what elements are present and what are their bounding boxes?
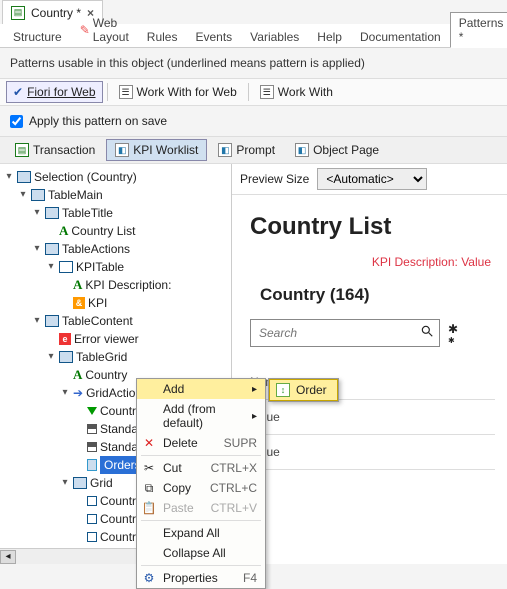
pattern-fiori[interactable]: ✔ Fiori for Web — [6, 81, 103, 103]
table-icon — [45, 315, 59, 327]
submenu-order[interactable]: ↕ Order — [269, 379, 338, 401]
menu-expand-all[interactable]: Expand All — [137, 523, 265, 543]
text-icon: A — [73, 276, 82, 294]
menu-collapse-all[interactable]: Collapse All — [137, 543, 265, 563]
tree-tabletitle[interactable]: ▾TableTitle — [2, 204, 229, 222]
transaction-icon: ▤ — [11, 6, 25, 20]
table-icon — [59, 351, 73, 363]
submenu-arrow-icon: ▸ — [252, 384, 257, 395]
tab-help[interactable]: Help — [308, 26, 351, 48]
preview-size-select[interactable]: <Automatic> — [317, 168, 427, 190]
menu-cut[interactable]: ✂CutCTRL+X — [137, 458, 265, 478]
prompt-icon: ◧ — [218, 143, 232, 157]
apply-on-save-row: Apply this pattern on save — [0, 106, 507, 136]
page-title: Country List — [250, 213, 495, 241]
tab-transaction[interactable]: ▤Transaction — [6, 139, 104, 161]
ww-icon: ☰ — [260, 85, 274, 99]
context-menu: Add▸ Add (from default)▸ ✕DeleteSUPR ✂Cu… — [136, 378, 266, 589]
column-value-2: Value — [250, 435, 495, 470]
tree-countrylist[interactable]: ACountry List — [2, 222, 229, 240]
apply-on-save-label: Apply this pattern on save — [29, 114, 167, 128]
gear-icon: ✱ — [448, 336, 458, 345]
apply-on-save-checkbox[interactable] — [10, 115, 23, 128]
cut-icon: ✂ — [141, 461, 157, 475]
flag-icon — [87, 424, 97, 434]
tab-object-page[interactable]: ◧Object Page — [286, 139, 388, 161]
editor-tab-strip: Structure ✎ Web Layout Rules Events Vari… — [0, 24, 507, 48]
pattern-ww-web[interactable]: ☰ Work With for Web — [112, 81, 244, 103]
var-icon: & — [73, 297, 85, 309]
text-icon: A — [59, 222, 68, 240]
table-icon — [45, 243, 59, 255]
tree-root[interactable]: ▾Selection (Country) — [2, 168, 229, 186]
gear-icon: ⚙ — [141, 571, 157, 585]
pattern-ww[interactable]: ☰ Work With — [253, 81, 340, 103]
menu-copy[interactable]: ⧉CopyCTRL+C — [137, 478, 265, 498]
menu-properties[interactable]: ⚙PropertiesF4 — [137, 568, 265, 588]
menu-add-default[interactable]: Add (from default)▸ — [137, 399, 265, 433]
arrow-right-icon: ➔ — [73, 384, 83, 402]
tree-kpitable[interactable]: ▾KPITable — [2, 258, 229, 276]
tab-web-layout[interactable]: ✎ Web Layout — [71, 12, 138, 48]
table-icon — [31, 189, 45, 201]
preview-size-label: Preview Size — [240, 172, 309, 186]
search-icon[interactable] — [420, 324, 434, 338]
order-icon: ↕ — [276, 383, 290, 397]
table-icon — [17, 171, 31, 183]
kpi-icon: ◧ — [115, 143, 129, 157]
tree-tablegrid[interactable]: ▾TableGrid — [2, 348, 229, 366]
tab-events[interactable]: Events — [186, 26, 241, 48]
tab-documentation[interactable]: Documentation — [351, 26, 450, 48]
delete-icon: ✕ — [141, 436, 157, 450]
table-icon — [45, 207, 59, 219]
ww-web-icon: ☰ — [119, 85, 133, 99]
tree-errorviewer[interactable]: eError viewer — [2, 330, 229, 348]
text-icon: A — [73, 366, 82, 384]
attr-icon — [87, 496, 97, 506]
tab-kpi-worklist[interactable]: ◧KPI Worklist — [106, 139, 207, 161]
add-submenu: ↕ Order — [268, 378, 339, 402]
paste-icon: 📋 — [141, 501, 157, 515]
copy-icon: ⧉ — [141, 481, 157, 496]
submenu-arrow-icon: ▸ — [252, 411, 257, 422]
tab-structure[interactable]: Structure — [4, 26, 71, 48]
gear-icon: ✱ — [448, 322, 458, 336]
transaction-small-icon: ▤ — [15, 143, 29, 157]
preview-panel: Preview Size <Automatic> Country List KP… — [232, 164, 507, 564]
search-input[interactable] — [250, 319, 440, 347]
tab-patterns[interactable]: Patterns * — [450, 12, 507, 48]
checkmark-icon: ✔ — [13, 85, 23, 99]
palette-icon: ✎ — [80, 23, 90, 37]
settings-button[interactable]: ✱ ✱ — [448, 322, 458, 345]
flag-icon — [87, 442, 97, 452]
kpi-description: KPI Description: Value — [250, 255, 495, 269]
patterns-description: Patterns usable in this object (underlin… — [0, 48, 507, 78]
section-title: Country (164) — [250, 285, 495, 305]
tab-prompt[interactable]: ◧Prompt — [209, 139, 284, 161]
instance-tab-strip: ▤Transaction ◧KPI Worklist ◧Prompt ◧Obje… — [0, 136, 507, 164]
attr-icon — [87, 532, 97, 542]
action-icon — [87, 459, 97, 471]
tree-tablemain[interactable]: ▾TableMain — [2, 186, 229, 204]
menu-paste: 📋PasteCTRL+V — [137, 498, 265, 518]
column-value-1: Value — [250, 400, 495, 435]
error-icon: e — [59, 333, 71, 345]
tab-rules[interactable]: Rules — [138, 26, 187, 48]
tree-tableactions[interactable]: ▾TableActions — [2, 240, 229, 258]
tree-tablecontent[interactable]: ▾TableContent — [2, 312, 229, 330]
menu-delete[interactable]: ✕DeleteSUPR — [137, 433, 265, 453]
tab-variables[interactable]: Variables — [241, 26, 308, 48]
grid-icon — [73, 477, 87, 489]
tree-kpi[interactable]: &KPI — [2, 294, 229, 312]
attr-icon — [87, 514, 97, 524]
tree-kpidesc[interactable]: AKPI Description: — [2, 276, 229, 294]
pattern-toolbar: ✔ Fiori for Web ☰ Work With for Web ☰ Wo… — [0, 78, 507, 106]
group-icon — [59, 261, 73, 273]
filter-icon — [87, 407, 97, 415]
object-page-icon: ◧ — [295, 143, 309, 157]
menu-add[interactable]: Add▸ — [137, 379, 265, 399]
